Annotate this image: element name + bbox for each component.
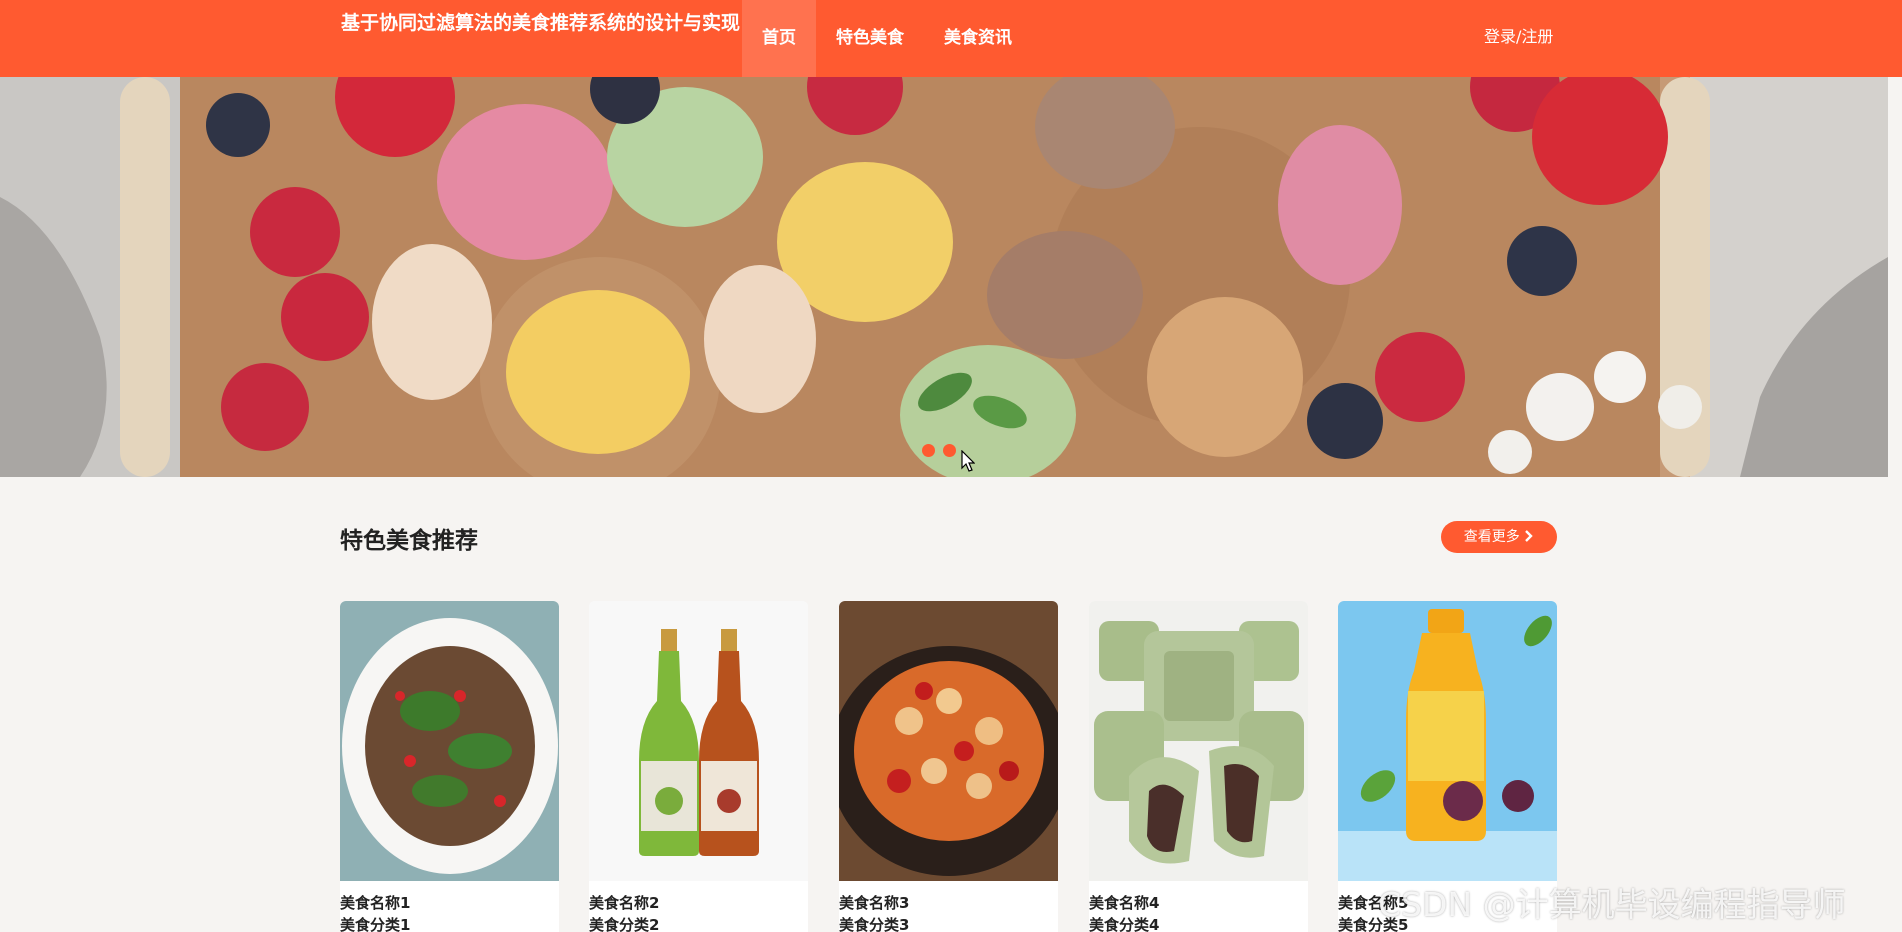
login-register-link[interactable]: 登录/注册 (1484, 0, 1553, 77)
food-category: 美食分类4 (1089, 916, 1160, 932)
food-name: 美食名称4 (1089, 894, 1160, 912)
food-card[interactable]: 美食名称1 美食分类1 (340, 601, 559, 932)
main-nav: 首页 特色美食 美食资讯 (742, 0, 1032, 77)
food-card[interactable]: 美食名称3 美食分类3 (839, 601, 1058, 932)
site-title: 基于协同过滤算法的美食推荐系统的设计与实现 (340, 12, 740, 34)
carousel-dot-1[interactable] (922, 444, 935, 457)
nav-featured-food[interactable]: 特色美食 (816, 0, 924, 77)
food-name: 美食名称1 (340, 894, 411, 912)
view-more-label: 查看更多 (1463, 529, 1520, 545)
food-image (589, 601, 808, 881)
nav-food-news[interactable]: 美食资讯 (924, 0, 1032, 77)
carousel-dot-2[interactable] (943, 444, 956, 457)
food-category: 美食分类3 (839, 916, 910, 932)
carousel-dots (922, 444, 956, 457)
food-name: 美食名称2 (589, 894, 660, 912)
chevron-right-icon (1524, 529, 1534, 545)
section-title-featured: 特色美食推荐 (340, 528, 478, 554)
mouse-cursor-icon (961, 450, 975, 472)
food-image (1338, 601, 1557, 881)
food-card[interactable]: 美食名称4 美食分类4 (1089, 601, 1308, 932)
nav-home[interactable]: 首页 (742, 0, 816, 77)
food-card[interactable]: 美食名称2 美食分类2 (589, 601, 808, 932)
top-header: 基于协同过滤算法的美食推荐系统的设计与实现 首页 特色美食 美食资讯 登录/注册 (0, 0, 1902, 77)
food-image (1089, 601, 1308, 881)
macaron-banner-image (0, 77, 1888, 477)
food-image (839, 601, 1058, 881)
watermark: CSDN @计算机毕设编程指导师 (1378, 885, 1846, 924)
food-category: 美食分类1 (340, 916, 411, 932)
view-more-button[interactable]: 查看更多 (1441, 521, 1557, 553)
food-image (340, 601, 559, 881)
food-name: 美食名称3 (839, 894, 910, 912)
banner-carousel[interactable] (0, 77, 1888, 477)
food-category: 美食分类2 (589, 916, 660, 932)
